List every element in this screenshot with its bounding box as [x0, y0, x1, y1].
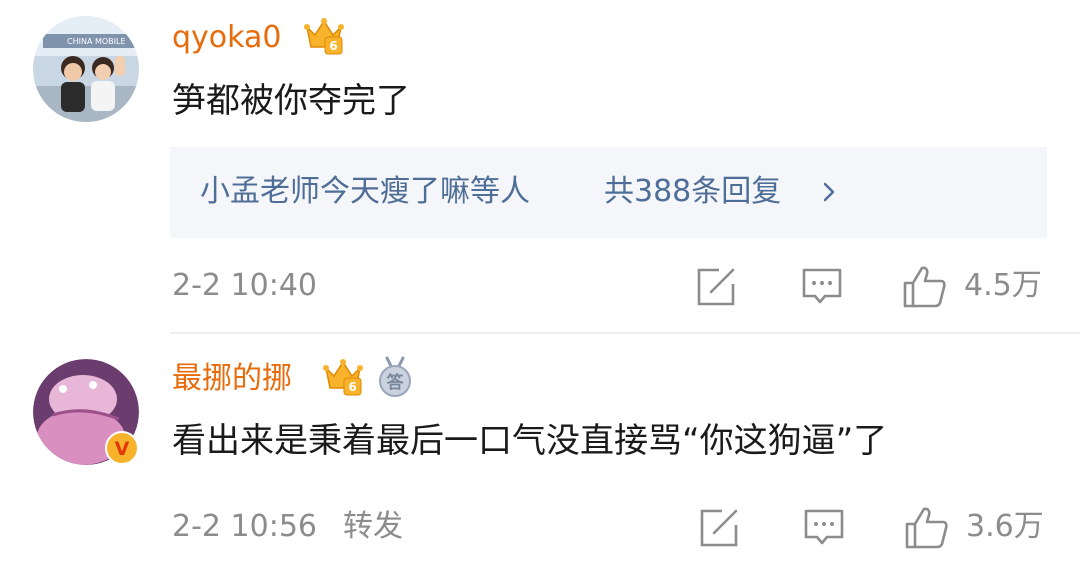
thumbs-up-icon[interactable] — [902, 264, 948, 314]
crown-level-icon[interactable]: 6 — [303, 15, 345, 61]
comment-icon[interactable] — [803, 507, 845, 553]
like-count: 4.5万 — [964, 268, 1042, 303]
comment-item: CHINA MOBILE qyoka0 6 笋都被你夺完了 小孟老师今天瘦了嘛等… — [0, 0, 1080, 332]
comment-text: 笋都被你夺完了 — [172, 81, 410, 121]
svg-text:V: V — [115, 438, 130, 460]
timestamp: 2-2 10:56 — [172, 509, 317, 544]
avatar[interactable]: V — [33, 359, 139, 465]
share-icon[interactable] — [695, 266, 737, 312]
username[interactable]: 最挪的挪 — [172, 364, 292, 394]
reply-preview[interactable]: 小孟老师今天瘦了嘛等人 共388条回复 — [170, 147, 1047, 238]
comment-item: V 最挪的挪 6 答 看出来是秉着最后一口气没直接骂“你这狗逼”了 2-2 10… — [0, 332, 1080, 566]
repost-link[interactable]: 转发 — [343, 512, 403, 542]
timestamp: 2-2 10:40 — [172, 268, 317, 303]
avatar-caption: CHINA MOBILE — [67, 37, 126, 46]
svg-text:6: 6 — [348, 380, 356, 394]
like-count: 3.6万 — [966, 509, 1044, 544]
comment-text: 看出来是秉着最后一口气没直接骂“你这狗逼”了 — [172, 421, 888, 461]
reply-count-link[interactable]: 共388条回复 — [604, 177, 781, 207]
svg-text:6: 6 — [329, 39, 337, 53]
crown-level-icon[interactable]: 6 — [322, 356, 364, 402]
verified-v-icon: V — [105, 431, 139, 465]
chevron-right-icon — [822, 181, 836, 207]
reply-authors[interactable]: 小孟老师今天瘦了嘛等人 — [200, 177, 530, 207]
comment-icon[interactable] — [801, 266, 843, 312]
answer-medal-icon[interactable]: 答 — [374, 356, 416, 402]
username[interactable]: qyoka0 — [172, 23, 281, 53]
thumbs-up-icon[interactable] — [904, 505, 950, 555]
avatar[interactable]: CHINA MOBILE — [33, 16, 139, 122]
svg-text:答: 答 — [387, 372, 405, 393]
share-icon[interactable] — [698, 507, 740, 553]
